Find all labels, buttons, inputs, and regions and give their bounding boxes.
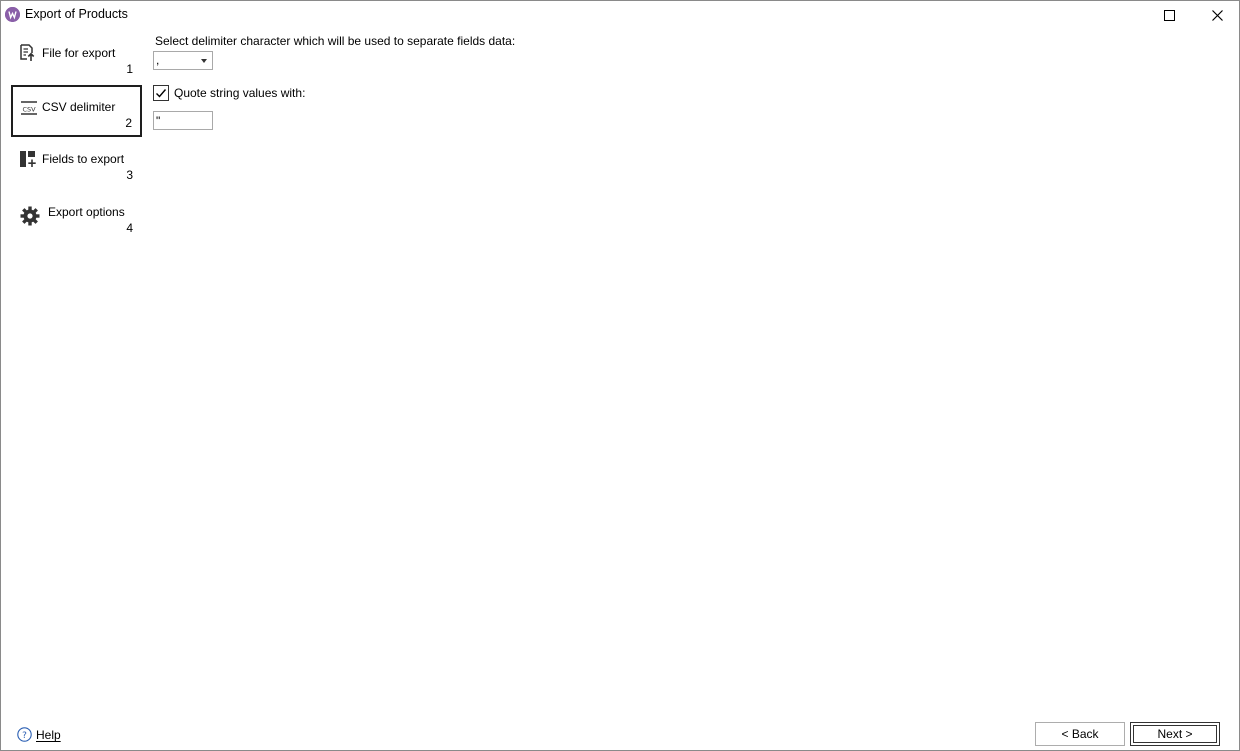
delimiter-dropdown[interactable]: , xyxy=(153,51,213,70)
delimiter-value: , xyxy=(156,53,160,67)
help-icon: ? xyxy=(17,727,32,742)
sidebar-item-number: 3 xyxy=(126,168,133,182)
gear-icon xyxy=(20,206,40,226)
sidebar-item-label: File for export xyxy=(42,46,116,60)
sidebar-item-label: Fields to export xyxy=(42,152,125,166)
quote-character-input[interactable] xyxy=(153,111,213,130)
quote-strings-label: Quote string values with: xyxy=(174,86,306,100)
export-wizard-window: Export of Products File for export 1 CSV… xyxy=(0,0,1240,751)
sidebar-item-label: Export options xyxy=(48,205,125,219)
quote-strings-checkbox[interactable] xyxy=(153,85,169,101)
file-export-icon xyxy=(19,44,37,62)
maximize-icon xyxy=(1163,9,1175,21)
delimiter-label: Select delimiter character which will be… xyxy=(155,34,516,48)
sidebar-item-number: 2 xyxy=(125,116,132,130)
back-button[interactable]: < Back xyxy=(1035,722,1125,746)
title-bar: Export of Products xyxy=(1,1,1239,29)
close-button[interactable] xyxy=(1194,1,1240,29)
chevron-down-icon xyxy=(201,59,207,63)
sidebar-item-file-for-export[interactable]: File for export 1 xyxy=(11,31,142,83)
checkmark-icon xyxy=(156,89,167,98)
svg-text:CSV: CSV xyxy=(22,106,36,114)
next-button[interactable]: Next > xyxy=(1130,722,1220,746)
sidebar-item-number: 1 xyxy=(126,62,133,76)
app-logo-icon xyxy=(5,7,20,22)
svg-text:?: ? xyxy=(22,731,27,741)
maximize-button[interactable] xyxy=(1146,1,1192,29)
help-label: Help xyxy=(36,728,61,742)
window-title: Export of Products xyxy=(25,7,128,21)
sidebar-item-export-options[interactable]: Export options 4 xyxy=(11,190,142,242)
sidebar-item-csv-delimiter[interactable]: CSV CSV delimiter 2 xyxy=(11,85,142,137)
sidebar-item-number: 4 xyxy=(126,221,133,235)
close-icon xyxy=(1211,9,1223,21)
fields-icon xyxy=(19,150,37,168)
sidebar-item-label: CSV delimiter xyxy=(42,100,116,114)
csv-icon: CSV xyxy=(20,99,38,117)
sidebar-item-fields-to-export[interactable]: Fields to export 3 xyxy=(11,137,142,189)
